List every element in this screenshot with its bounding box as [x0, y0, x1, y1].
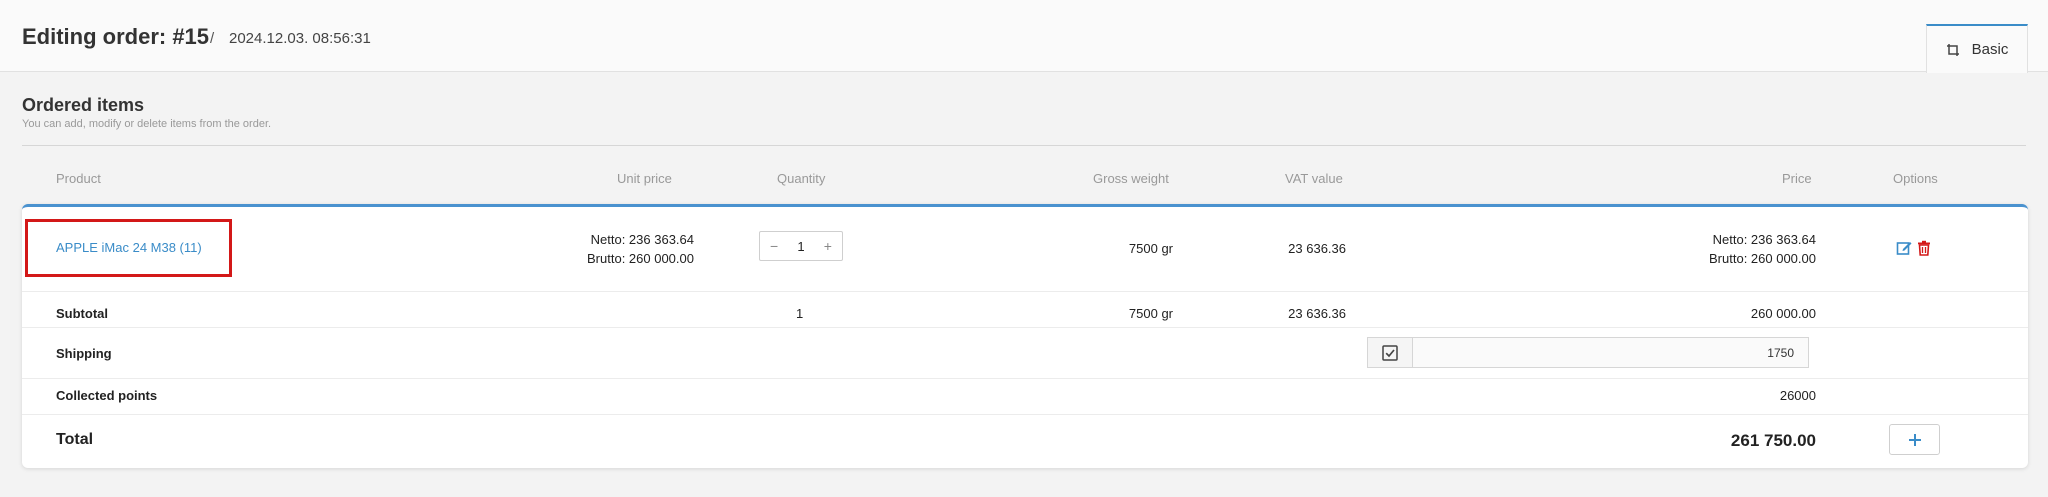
trash-icon[interactable] — [1916, 240, 1932, 256]
section-subtitle: You can add, modify or delete items from… — [22, 118, 272, 130]
tab-basic-label: Basic — [1971, 41, 2009, 58]
row-divider — [22, 291, 2028, 292]
column-header-vat-value: VAT value — [1285, 171, 1343, 186]
unit-price-brutto: Brutto: 260 000.00 — [587, 251, 694, 266]
column-header-quantity: Quantity — [777, 171, 826, 186]
collected-points-value: 26000 — [1779, 388, 1816, 403]
section-divider — [22, 145, 2026, 146]
item-price-netto: Netto: 236 363.64 — [1712, 232, 1816, 247]
add-item-button[interactable] — [1889, 424, 1940, 455]
quantity-stepper[interactable]: − 1 + — [759, 231, 843, 261]
shipping-checkbox[interactable] — [1367, 337, 1412, 368]
item-gross-weight: 7500 gr — [1128, 241, 1173, 256]
page-title: Editing order: #15 — [22, 24, 210, 49]
collected-points-label: Collected points — [56, 388, 158, 403]
tab-basic[interactable]: Basic — [1926, 24, 2028, 73]
subtotal-vat-value: 23 636.36 — [1288, 306, 1346, 321]
column-header-gross-weight: Gross weight — [1093, 171, 1169, 186]
top-bar: Editing order: #15 / 2024.12.03. 08:56:3… — [0, 0, 2048, 73]
checkbox-checked-icon — [1382, 344, 1398, 361]
shipping-cost-input[interactable] — [1412, 337, 1809, 368]
total-label: Total — [56, 431, 94, 448]
section-title: Ordered items — [22, 95, 145, 115]
subtotal-gross-weight: 7500 gr — [1128, 306, 1173, 321]
unit-price-netto: Netto: 236 363.64 — [590, 232, 694, 247]
row-divider — [22, 414, 2028, 415]
quantity-value[interactable]: 1 — [797, 239, 804, 254]
subtotal-price: 260 000.00 — [1750, 306, 1816, 321]
quantity-decrease-button[interactable]: − — [770, 238, 778, 254]
row-divider — [22, 327, 2028, 328]
column-header-product: Product — [56, 171, 101, 186]
row-divider — [22, 378, 2028, 379]
title-separator: / — [210, 30, 215, 47]
subtotal-label: Subtotal — [56, 306, 108, 321]
column-header-unit-price: Unit price — [617, 171, 672, 186]
product-link[interactable]: APPLE iMac 24 M38 (11) — [56, 240, 202, 255]
plus-icon — [1908, 433, 1921, 446]
shipping-label: Shipping — [56, 346, 112, 361]
edit-icon[interactable] — [1896, 240, 1912, 256]
order-items-card: APPLE iMac 24 M38 (11) Netto: 236 363.64… — [22, 204, 2028, 468]
column-header-price: Price — [1782, 171, 1812, 186]
total-value: 261 750.00 — [1730, 431, 1816, 450]
quantity-increase-button[interactable]: + — [824, 238, 832, 254]
column-header-options: Options — [1893, 171, 1938, 186]
crop-frame-icon — [1946, 43, 1959, 56]
item-price-brutto: Brutto: 260 000.00 — [1709, 251, 1816, 266]
subtotal-quantity: 1 — [796, 306, 804, 321]
item-vat-value: 23 636.36 — [1288, 241, 1346, 256]
order-date: 2024.12.03. 08:56:31 — [229, 30, 371, 47]
